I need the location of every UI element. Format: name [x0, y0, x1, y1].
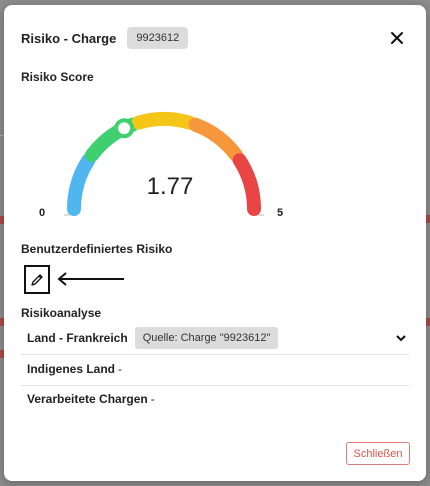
- indigenous-land-label: Indigenes Land: [27, 362, 116, 376]
- analysis-row-indigenous-land: Indigenes Land -: [21, 354, 409, 384]
- gauge-segment: [232, 153, 261, 216]
- pointer-arrow: [57, 272, 124, 286]
- risk-score-gauge: [64, 112, 264, 216]
- edit-custom-risk-button[interactable]: [24, 265, 50, 294]
- processed-batches-value: -: [150, 392, 155, 406]
- gauge-segment: [188, 117, 244, 163]
- risk-dialog: Risiko - Charge 9923612 Risiko Score 1.7…: [4, 5, 426, 481]
- risk-analysis-heading: Risikoanalyse: [21, 306, 102, 320]
- source-badge: Quelle: Charge "9923612": [134, 327, 279, 349]
- chevron-down-icon[interactable]: [393, 330, 409, 346]
- custom-risk-heading: Benutzerdefiniertes Risiko: [21, 242, 173, 256]
- close-button[interactable]: [385, 26, 409, 50]
- gauge-indicator-center: [118, 122, 131, 135]
- country-label: Land - Frankreich: [27, 331, 128, 345]
- indigenous-land-value: -: [118, 362, 123, 376]
- gauge-segment: [67, 153, 96, 216]
- charge-id-badge: 9923612: [127, 27, 189, 49]
- gauge-min-label: 0: [39, 207, 46, 219]
- risk-score-heading: Risiko Score: [21, 70, 94, 84]
- background-strip: [426, 318, 430, 326]
- dialog-header: Risiko - Charge 9923612: [21, 26, 412, 50]
- analysis-row-country[interactable]: Land - Frankreich Quelle: Charge "992361…: [21, 323, 409, 353]
- background-strip: [426, 215, 430, 223]
- gauge-max-label: 5: [277, 207, 284, 219]
- analysis-row-processed-batches: Verarbeitete Chargen -: [21, 384, 409, 414]
- risk-score-value: 1.77: [146, 173, 194, 200]
- close-dialog-button[interactable]: Schließen: [346, 442, 410, 465]
- dialog-title: Risiko - Charge: [21, 30, 117, 46]
- gauge-segment: [131, 112, 197, 130]
- close-icon: [391, 32, 403, 44]
- pencil-icon: [31, 273, 43, 286]
- processed-batches-label: Verarbeitete Chargen: [27, 392, 148, 406]
